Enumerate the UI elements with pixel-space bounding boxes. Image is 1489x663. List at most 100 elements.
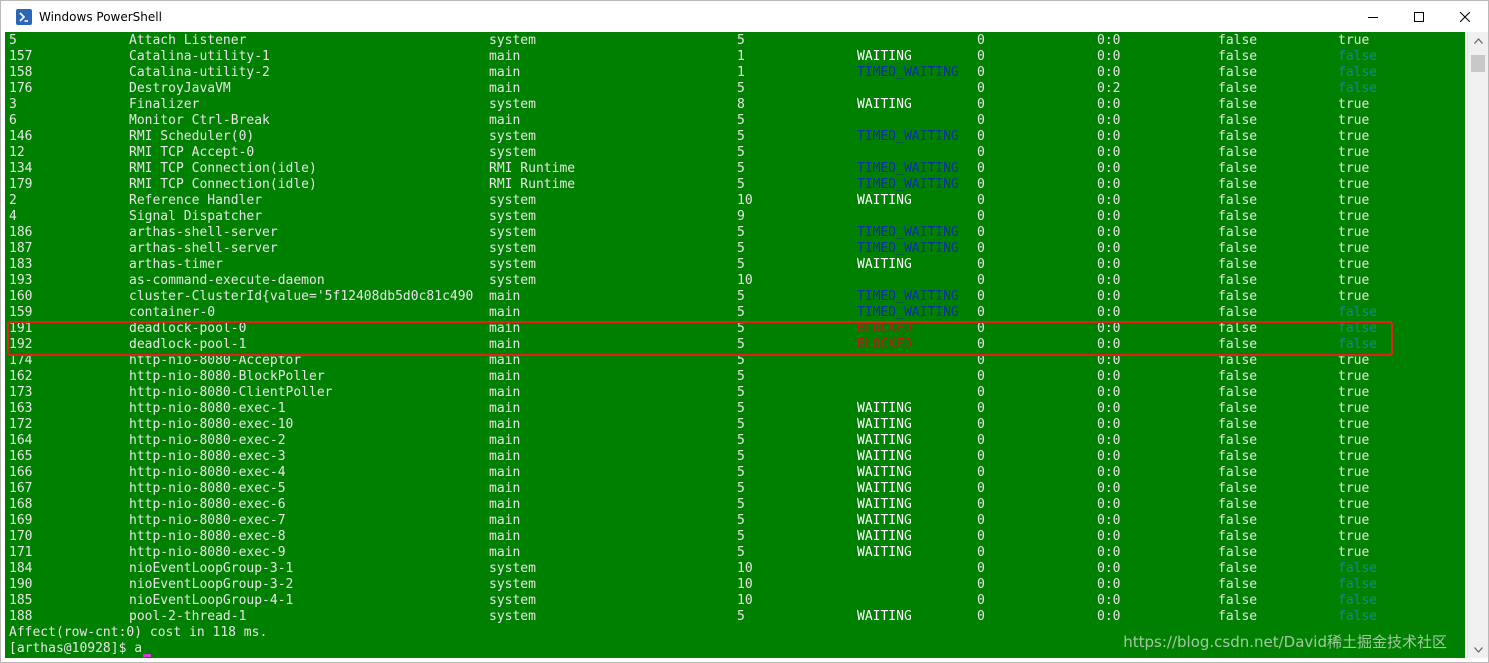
table-row: 12 RMI TCP Accept-0 system 5 0 0:0 false true xyxy=(5,145,1465,161)
title-bar[interactable]: Windows PowerShell xyxy=(1,1,1488,32)
maximize-button[interactable] xyxy=(1396,1,1442,32)
thread-state: WAITING xyxy=(857,417,912,432)
thread-id: 187 xyxy=(9,241,33,256)
thread-group: main xyxy=(489,433,521,448)
thread-interrupted: false xyxy=(1218,369,1258,384)
chevron-up-icon xyxy=(1474,37,1483,44)
thread-priority: 1 xyxy=(737,65,745,80)
thread-priority: 10 xyxy=(737,577,753,592)
thread-time: 0:0 xyxy=(1097,561,1121,576)
thread-name: cluster-ClusterId{value='5f12408db5d0c81… xyxy=(129,289,474,304)
table-row: 188 pool-2-thread-1 system 5 WAITING 0 0:0 fals… xyxy=(5,609,1465,625)
thread-group: system xyxy=(489,561,536,576)
table-row: 158 Catalina-utility-2 main 1 TIMED_WAITING 0… xyxy=(5,65,1465,81)
thread-daemon: true xyxy=(1338,401,1370,416)
thread-name: http-nio-8080-exec-10 xyxy=(129,417,294,432)
thread-name: arthas-shell-server xyxy=(129,241,278,256)
thread-time: 0:0 xyxy=(1097,481,1121,496)
thread-time: 0:0 xyxy=(1097,273,1121,288)
table-row: 170 http-nio-8080-exec-8 main 5 WAITING 0 0:0 f… xyxy=(5,529,1465,545)
thread-cpu: 0 xyxy=(977,577,985,592)
thread-cpu: 0 xyxy=(977,241,985,256)
thread-priority: 5 xyxy=(737,113,745,128)
scroll-up-button[interactable] xyxy=(1468,32,1488,49)
thread-state: TIMED_WAITING xyxy=(857,225,959,240)
thread-interrupted: false xyxy=(1218,545,1258,560)
thread-name: http-nio-8080-Acceptor xyxy=(129,353,302,368)
thread-interrupted: false xyxy=(1218,385,1258,400)
thread-priority: 5 xyxy=(737,449,745,464)
table-row: 190 nioEventLoopGroup-3-2 system 10 0 0:0 fals… xyxy=(5,577,1465,593)
scroll-down-button[interactable] xyxy=(1468,641,1488,658)
thread-cpu: 0 xyxy=(977,305,985,320)
thread-cpu: 0 xyxy=(977,33,985,48)
thread-group: main xyxy=(489,321,521,336)
table-row: 167 http-nio-8080-exec-5 main 5 WAITING 0 0:0 f… xyxy=(5,481,1465,497)
thread-cpu: 0 xyxy=(977,385,985,400)
thread-state: TIMED_WAITING xyxy=(857,177,959,192)
thread-state: WAITING xyxy=(857,449,912,464)
thread-daemon: true xyxy=(1338,353,1370,368)
thread-group: system xyxy=(489,225,536,240)
thread-priority: 5 xyxy=(737,513,745,528)
thread-name: pool-2-thread-1 xyxy=(129,609,247,624)
thread-name: RMI Scheduler(0) xyxy=(129,129,255,144)
table-row: 166 http-nio-8080-exec-4 main 5 WAITING 0 0:0 f… xyxy=(5,465,1465,481)
thread-name: Finalizer xyxy=(129,97,200,112)
thread-name: http-nio-8080-exec-1 xyxy=(129,401,286,416)
thread-group: system xyxy=(489,145,536,160)
thread-interrupted: false xyxy=(1218,577,1258,592)
thread-name: nioEventLoopGroup-3-1 xyxy=(129,561,294,576)
thread-name: http-nio-8080-exec-7 xyxy=(129,513,286,528)
thread-id: 162 xyxy=(9,369,33,384)
thread-name: http-nio-8080-exec-3 xyxy=(129,449,286,464)
thread-name: deadlock-pool-0 xyxy=(129,321,247,336)
thread-state: WAITING xyxy=(857,545,912,560)
thread-cpu: 0 xyxy=(977,497,985,512)
thread-time: 0:0 xyxy=(1097,577,1121,592)
thread-priority: 10 xyxy=(737,593,753,608)
table-row: 160 cluster-ClusterId{value='5f12408db5d0… xyxy=(5,289,1465,305)
thread-priority: 8 xyxy=(737,97,745,112)
thread-time: 0:0 xyxy=(1097,129,1121,144)
thread-id: 171 xyxy=(9,545,33,560)
thread-id: 176 xyxy=(9,81,33,96)
vertical-scrollbar[interactable] xyxy=(1467,32,1488,658)
thread-id: 163 xyxy=(9,401,33,416)
thread-name: http-nio-8080-exec-5 xyxy=(129,481,286,496)
command-prompt[interactable]: [arthas@10928]$ a xyxy=(9,641,152,657)
scrollbar-thumb[interactable] xyxy=(1471,55,1485,72)
table-row: 163 http-nio-8080-exec-1 main 5 WAITING 0 0:0 f… xyxy=(5,401,1465,417)
console-output[interactable]: 5 Attach Listener system 5 0 0:0 false true 157 C… xyxy=(5,32,1465,658)
thread-cpu: 0 xyxy=(977,337,985,352)
thread-daemon: true xyxy=(1338,497,1370,512)
thread-daemon: false xyxy=(1338,81,1378,96)
table-row: 171 http-nio-8080-exec-9 main 5 WAITING 0 0:0 f… xyxy=(5,545,1465,561)
thread-id: 192 xyxy=(9,337,33,352)
thread-priority: 10 xyxy=(737,561,753,576)
thread-time: 0:0 xyxy=(1097,353,1121,368)
thread-time: 0:0 xyxy=(1097,241,1121,256)
thread-time: 0:0 xyxy=(1097,609,1121,624)
minimize-button[interactable] xyxy=(1350,1,1396,32)
table-row: 2 Reference Handler system 10 WAITING 0 0:0 fal… xyxy=(5,193,1465,209)
thread-daemon: true xyxy=(1338,465,1370,480)
close-button[interactable] xyxy=(1442,1,1488,32)
thread-time: 0:0 xyxy=(1097,113,1121,128)
table-row: 157 Catalina-utility-1 main 1 WAITING 0 0:0 fal… xyxy=(5,49,1465,65)
thread-time: 0:0 xyxy=(1097,177,1121,192)
thread-daemon: false xyxy=(1338,305,1378,320)
thread-priority: 5 xyxy=(737,433,745,448)
thread-name: arthas-shell-server xyxy=(129,225,278,240)
thread-group: main xyxy=(489,465,521,480)
maximize-icon xyxy=(1414,11,1424,22)
thread-name: nioEventLoopGroup-3-2 xyxy=(129,577,294,592)
thread-daemon: true xyxy=(1338,273,1370,288)
thread-interrupted: false xyxy=(1218,561,1258,576)
thread-daemon: true xyxy=(1338,97,1370,112)
watermark: https://blog.csdn.net/David稀土掘金技术社区 xyxy=(1123,633,1447,651)
thread-interrupted: false xyxy=(1218,65,1258,80)
thread-group: system xyxy=(489,193,536,208)
thread-time: 0:2 xyxy=(1097,81,1121,96)
thread-state: TIMED_WAITING xyxy=(857,129,959,144)
